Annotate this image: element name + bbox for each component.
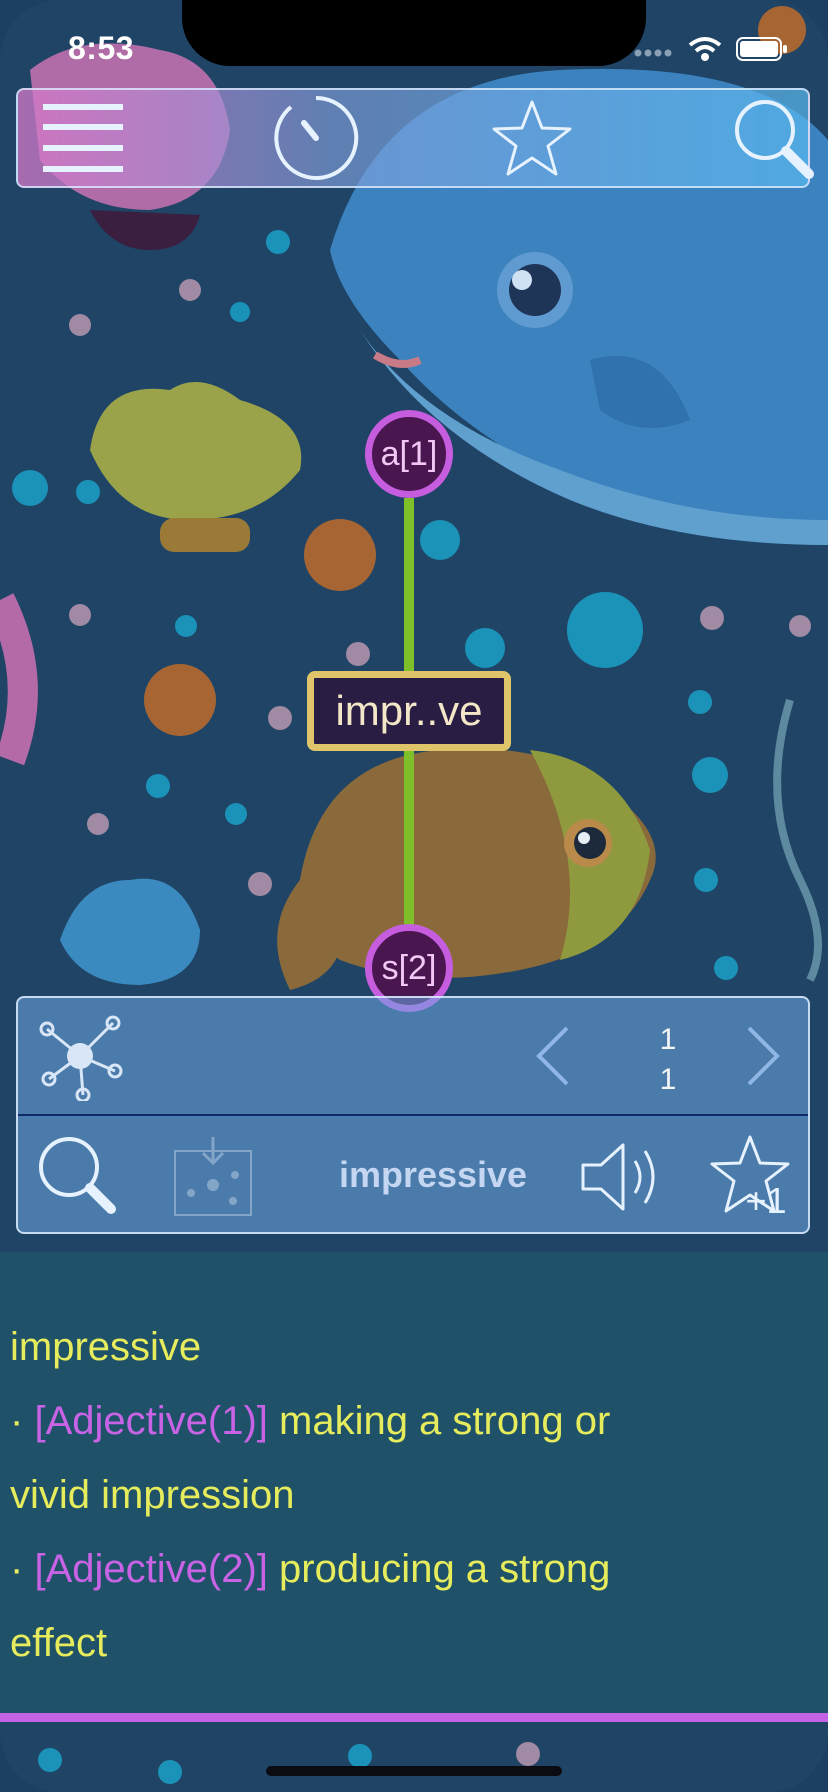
import-network-button[interactable] — [168, 1132, 258, 1222]
network-icon — [39, 1015, 123, 1101]
status-bar: 8:53 — [0, 0, 828, 90]
menu-button[interactable] — [28, 90, 138, 186]
favorites-button[interactable] — [477, 90, 587, 186]
menu-icon — [43, 104, 123, 172]
status-icons — [634, 36, 788, 62]
timer-icon — [274, 95, 359, 180]
search-icon — [39, 1137, 116, 1214]
current-word: impressive — [338, 1154, 528, 1195]
import-network-icon — [174, 1137, 252, 1216]
wifi-icon — [688, 37, 722, 61]
pronounce-button[interactable] — [574, 1132, 670, 1222]
cellular-signal-icon — [634, 49, 672, 57]
chevron-left-icon — [536, 1026, 569, 1086]
counter-top: 1 — [659, 1023, 677, 1056]
graph-node-center[interactable]: impr..ve — [307, 671, 511, 751]
network-view-button[interactable] — [30, 1008, 130, 1104]
sense-2-text: producing a strong — [279, 1547, 611, 1591]
accent-bar — [0, 1713, 828, 1722]
definition-headword: impressive — [10, 1325, 202, 1369]
word-search-button[interactable] — [32, 1130, 122, 1220]
timer-button[interactable] — [261, 90, 371, 186]
star-plus-one-icon: +1 — [710, 1135, 790, 1219]
graph-node-top[interactable]: a[1] — [365, 410, 453, 498]
home-indicator[interactable] — [266, 1766, 562, 1776]
battery-icon — [736, 37, 787, 61]
bullet: · — [10, 1399, 24, 1443]
definition-sense-2: · [Adjective(2)] producing a strong — [10, 1532, 818, 1606]
sense-1-text-cont: vivid impression — [10, 1473, 295, 1517]
app-screen: 8:53 a[1] impr..ve s[2] 1 1 impressive +… — [0, 0, 828, 1792]
search-icon — [735, 100, 814, 179]
bullet: · — [10, 1547, 24, 1591]
sense-2-pos: [Adjective(2)] — [34, 1547, 268, 1591]
sense-1-text: making a strong or — [279, 1399, 611, 1443]
star-badge: +1 — [745, 1180, 786, 1219]
top-toolbar — [16, 88, 814, 188]
panel-divider — [18, 1114, 808, 1116]
search-button[interactable] — [718, 90, 828, 186]
counter-bottom: 1 — [659, 1063, 677, 1096]
sense-2-text-cont: effect — [10, 1621, 108, 1665]
device-notch — [182, 0, 646, 66]
definition-panel: impressive · [Adjective(1)] making a str… — [0, 1252, 828, 1718]
chevron-right-icon — [747, 1026, 780, 1086]
sense-counter: 1 1 — [638, 1020, 698, 1100]
status-time: 8:53 — [68, 30, 135, 66]
sense-1-pos: [Adjective(1)] — [34, 1399, 268, 1443]
speaker-icon — [581, 1143, 655, 1211]
previous-button[interactable] — [518, 1016, 588, 1096]
add-favorite-button[interactable]: +1 — [708, 1128, 798, 1224]
word-panel: 1 1 impressive +1 — [16, 996, 810, 1234]
next-button[interactable] — [728, 1016, 798, 1096]
definition-sense-1: · [Adjective(1)] making a strong or — [10, 1384, 818, 1458]
star-icon — [492, 100, 572, 176]
